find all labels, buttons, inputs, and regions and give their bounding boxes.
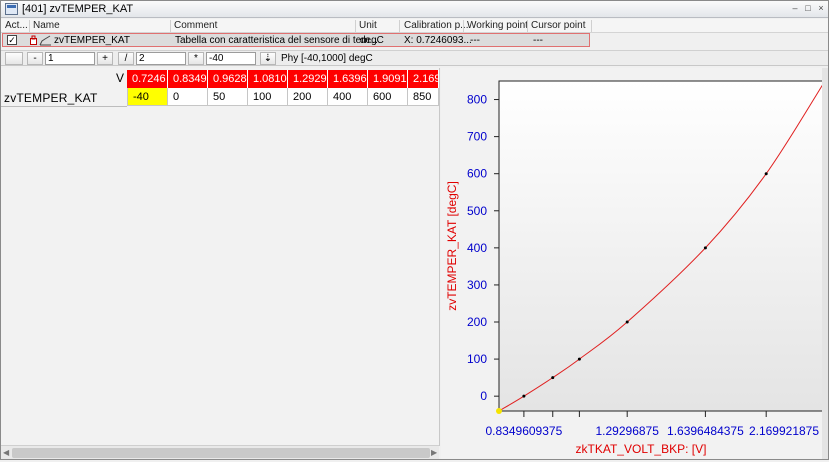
- x-axis-cell[interactable]: 1.6396: [328, 70, 368, 88]
- column-header-calibration[interactable]: Calibration p...: [404, 20, 468, 31]
- x-tick-label: 1.6396484375: [667, 424, 744, 438]
- x-axis-cell[interactable]: 0.7246: [127, 70, 168, 88]
- plot-area: [498, 80, 826, 412]
- subtract-value-input[interactable]: 1: [45, 52, 95, 65]
- variable-list-header: Act... Name Comment Unit Calibration p..…: [1, 19, 828, 33]
- x-axis-cell[interactable]: 1.2929: [288, 70, 328, 88]
- divide-button[interactable]: /: [118, 52, 134, 65]
- maximize-button[interactable]: □: [802, 2, 814, 15]
- value-cell[interactable]: 600: [368, 88, 408, 106]
- x-axis-title: zkTKAT_VOLT_BKP: [V]: [576, 442, 707, 456]
- close-button[interactable]: ×: [815, 2, 827, 15]
- y-tick-label: 800: [467, 93, 487, 107]
- y-tick-label: 400: [467, 241, 487, 255]
- calibration-window: [401] zvTEMPER_KAT – □ × Act... Name Com…: [0, 0, 829, 460]
- add-button[interactable]: +: [97, 52, 113, 65]
- characteristic-curve-chart[interactable]: 0 100 200 300 400 500 600 700 800 0.8349609375 1.…: [441, 68, 828, 459]
- scroll-right-icon[interactable]: ▶: [431, 448, 437, 457]
- scrollbar-thumb[interactable]: [12, 448, 430, 458]
- table-row-name: zvTEMPER_KAT: [4, 91, 98, 105]
- value-cell[interactable]: 100: [248, 88, 288, 106]
- value-cell[interactable]: 200: [288, 88, 328, 106]
- column-header-unit[interactable]: Unit: [359, 20, 377, 31]
- y-tick-label: 100: [467, 352, 487, 366]
- y-tick-label: 0: [480, 389, 487, 403]
- x-tick-label: 0.8349609375: [486, 424, 563, 438]
- y-tick-label: 300: [467, 278, 487, 292]
- minimize-button[interactable]: –: [789, 2, 801, 15]
- x-tick-label: 2.169921875: [749, 424, 819, 438]
- y-tick-label: 700: [467, 130, 487, 144]
- value-cell[interactable]: 850: [408, 88, 439, 106]
- variable-cursor-point: ---: [533, 35, 543, 46]
- table-window-icon: [5, 3, 18, 15]
- column-header-name[interactable]: Name: [33, 20, 60, 31]
- data-point: [522, 394, 526, 398]
- value-cell[interactable]: 400: [328, 88, 368, 106]
- variable-name: zvTEMPER_KAT: [54, 35, 130, 46]
- chart-panel: 0 100 200 300 400 500 600 700 800 0.8349609375 1.…: [441, 68, 828, 459]
- x-axis-cell[interactable]: 1.0810: [248, 70, 288, 88]
- x-tick-label: 1.29296875: [595, 424, 659, 438]
- divide-value-input[interactable]: 2: [136, 52, 186, 65]
- physical-range-label: Phy [-40,1000] degC: [281, 53, 373, 64]
- variable-calibration-point: X: 0.7246093...: [404, 35, 472, 46]
- curve-variable-icon: [30, 35, 51, 46]
- column-header-cursor-point[interactable]: Cursor point: [531, 20, 585, 31]
- toolbar-blank-button[interactable]: [5, 52, 23, 65]
- value-cell[interactable]: 0: [168, 88, 208, 106]
- y-tick-label: 600: [467, 167, 487, 181]
- selected-data-point: [496, 408, 502, 414]
- subtract-button[interactable]: -: [27, 52, 43, 65]
- data-point: [764, 172, 768, 176]
- value-cell[interactable]: 50: [208, 88, 248, 106]
- column-header-working-point[interactable]: Working point: [467, 20, 528, 31]
- scroll-left-icon[interactable]: ◀: [3, 448, 9, 457]
- x-axis-cell[interactable]: 1.9091: [368, 70, 408, 88]
- variable-row[interactable]: ✓ zvTEMPER_KAT Tabella con caratteristic…: [2, 33, 590, 47]
- x-axis-cell[interactable]: 0.8349: [168, 70, 208, 88]
- horizontal-scrollbar[interactable]: ◀ ▶: [1, 445, 439, 459]
- variable-working-point: ---: [470, 35, 480, 46]
- value-table-panel: V zvTEMPER_KAT 0.7246 0.8349 0.9628 1.08…: [1, 68, 440, 459]
- column-header-comment[interactable]: Comment: [174, 20, 217, 31]
- active-checkbox[interactable]: ✓: [7, 35, 17, 45]
- vertical-scrollbar[interactable]: [822, 68, 828, 459]
- x-axis-cell[interactable]: 2.169: [408, 70, 439, 88]
- column-header-act[interactable]: Act...: [5, 20, 28, 31]
- window-title: [401] zvTEMPER_KAT: [22, 3, 134, 15]
- y-tick-label: 500: [467, 204, 487, 218]
- variable-unit: degC: [360, 35, 384, 46]
- data-point: [703, 246, 707, 250]
- x-axis-unit-label: V: [116, 71, 125, 85]
- y-axis-title: zvTEMPER_KAT [degC]: [445, 181, 459, 311]
- data-point: [551, 376, 555, 380]
- value-toolbar: - 1 + / 2 * -40 ⇣ Phy [-40,1000] degC: [1, 50, 828, 66]
- value-cell-selected[interactable]: -40: [127, 88, 168, 106]
- data-point: [577, 357, 581, 361]
- y-tick-label: 200: [467, 315, 487, 329]
- data-point: [625, 320, 629, 324]
- multiply-button[interactable]: *: [188, 52, 204, 65]
- set-value-input[interactable]: -40: [206, 52, 256, 65]
- download-arrow-icon[interactable]: ⇣: [260, 52, 276, 65]
- variable-comment: Tabella con caratteristica del sensore d…: [175, 35, 378, 46]
- title-bar: [401] zvTEMPER_KAT – □ ×: [1, 1, 828, 18]
- x-axis-cell[interactable]: 0.9628: [208, 70, 248, 88]
